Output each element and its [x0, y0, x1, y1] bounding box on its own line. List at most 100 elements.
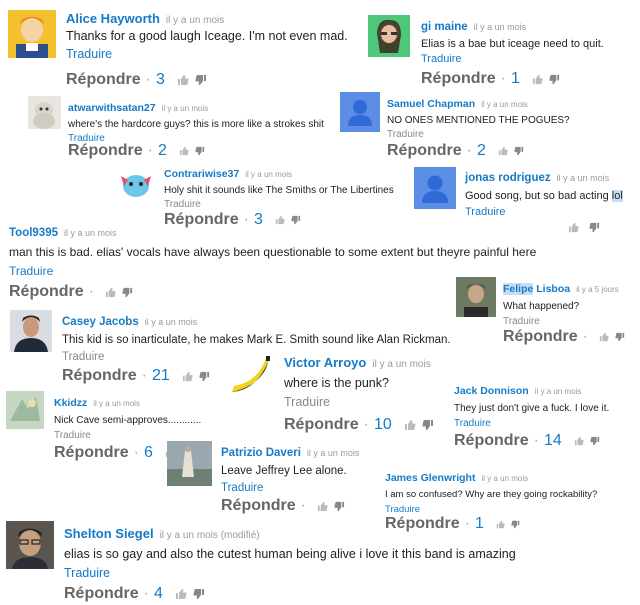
thumbs-down-icon[interactable]: [514, 146, 524, 156]
avatar[interactable]: [340, 92, 380, 132]
reply-button[interactable]: Répondre: [64, 585, 139, 603]
translate-link[interactable]: Traduire: [465, 206, 623, 218]
thumbs-up-icon[interactable]: [404, 419, 416, 431]
thumbs-down-icon[interactable]: [195, 74, 207, 86]
thumbs-up-icon[interactable]: [498, 146, 508, 156]
thumbs-down-icon[interactable]: [549, 74, 560, 85]
thumbs-down-icon[interactable]: [334, 501, 345, 512]
author-name[interactable]: Patrizio Daveri: [221, 447, 301, 459]
thumbs-up-icon[interactable]: [532, 74, 543, 85]
reply-button[interactable]: Répondre: [454, 432, 529, 450]
thumbs-down-icon[interactable]: [590, 436, 600, 446]
avatar[interactable]: [6, 521, 54, 569]
author-name[interactable]: Tool9395: [9, 227, 58, 239]
thumbs-up-icon[interactable]: [182, 371, 193, 382]
thumbs-up-icon[interactable]: [317, 501, 328, 512]
author-name[interactable]: Victor Arroyo: [284, 355, 366, 370]
avatar[interactable]: [10, 310, 52, 352]
reply-button[interactable]: Répondre: [284, 416, 359, 434]
timestamp[interactable]: il y a un mois: [64, 228, 117, 238]
comment-text: where's the hardcore guys? this is more …: [68, 119, 324, 130]
timestamp[interactable]: il y a 5 jours: [576, 285, 619, 294]
thumbs-down-icon[interactable]: [195, 146, 205, 156]
reply-button[interactable]: Répondre: [54, 444, 129, 462]
comment-text: Elias is a bae but iceage need to quit.: [421, 38, 604, 50]
timestamp[interactable]: il y a un mois: [93, 399, 140, 408]
timestamp[interactable]: il y a un mois: [372, 359, 430, 370]
thumbs-up-icon[interactable]: [105, 287, 116, 298]
reply-button[interactable]: Répondre: [66, 71, 141, 89]
comment: gi maine il y a un mois Elias is a bae bu…: [421, 17, 604, 65]
timestamp[interactable]: il y a un mois: [557, 173, 610, 183]
avatar[interactable]: [167, 441, 212, 486]
comment-actions: Répondre ·: [9, 283, 133, 301]
translate-link[interactable]: Traduire: [54, 430, 201, 441]
author-name[interactable]: Shelton Siegel: [64, 526, 154, 541]
timestamp[interactable]: il y a un mois: [245, 170, 292, 179]
translate-link[interactable]: Traduire: [284, 395, 431, 409]
timestamp[interactable]: il y a un mois: [535, 387, 582, 396]
avatar[interactable]: [456, 277, 496, 317]
translate-link[interactable]: Traduire: [387, 129, 570, 140]
reply-button[interactable]: Répondre: [503, 328, 578, 346]
thumbs-up-icon[interactable]: [568, 222, 579, 233]
author-name[interactable]: jonas rodriguez: [465, 172, 551, 184]
thumbs-up-icon[interactable]: [574, 436, 584, 446]
timestamp[interactable]: il y a un mois: [162, 104, 209, 113]
author-name[interactable]: Kkidzz: [54, 397, 87, 409]
thumbs-down-icon[interactable]: [615, 332, 625, 342]
thumbs-up-icon[interactable]: [177, 74, 189, 86]
avatar[interactable]: [414, 167, 456, 209]
reply-button[interactable]: Répondre: [62, 367, 137, 385]
author-name[interactable]: gi maine: [421, 21, 468, 33]
timestamp[interactable]: il y a un mois (modifié): [160, 530, 260, 541]
translate-link[interactable]: Traduire: [64, 566, 516, 580]
timestamp[interactable]: il y a un mois: [145, 317, 198, 327]
reply-button[interactable]: Répondre: [387, 142, 462, 160]
thumbs-down-icon[interactable]: [122, 287, 133, 298]
avatar[interactable]: [368, 15, 410, 57]
reply-button[interactable]: Répondre: [421, 70, 496, 88]
author-name[interactable]: Alice Hayworth: [66, 11, 160, 26]
author-name[interactable]: Casey Jacobs: [62, 316, 139, 328]
avatar[interactable]: [6, 391, 44, 429]
thumbs-down-icon[interactable]: [193, 588, 205, 600]
timestamp[interactable]: il y a un mois: [166, 15, 224, 26]
reply-button[interactable]: Répondre: [221, 497, 296, 515]
thumbs-group: [562, 220, 600, 238]
like-count: 21: [152, 367, 170, 384]
comment-text: Leave Jeffrey Lee alone.: [221, 465, 347, 477]
thumbs-up-icon[interactable]: [599, 332, 609, 342]
thumbs-down-icon[interactable]: [589, 222, 600, 233]
timestamp[interactable]: il y a un mois: [474, 22, 527, 32]
avatar[interactable]: [8, 10, 56, 58]
timestamp[interactable]: il y a un mois: [307, 448, 360, 458]
avatar[interactable]: [28, 96, 61, 129]
author-name[interactable]: atwarwithsatan27: [68, 102, 156, 114]
like-count: 4: [154, 585, 163, 602]
timestamp[interactable]: il y a un mois: [481, 100, 528, 109]
thumbs-up-icon[interactable]: [175, 588, 187, 600]
translate-link[interactable]: Traduire: [503, 316, 619, 327]
translate-link[interactable]: Traduire: [221, 482, 359, 494]
author-name[interactable]: James Glenwright: [385, 472, 475, 484]
author-name[interactable]: Felipe Lisboa: [503, 283, 570, 295]
author-name[interactable]: Jack Donnison: [454, 385, 529, 397]
avatar[interactable]: [116, 166, 156, 202]
thumbs-up-icon[interactable]: [179, 146, 189, 156]
reply-button[interactable]: Répondre: [9, 283, 84, 301]
author-name[interactable]: Samuel Chapman: [387, 98, 475, 110]
thumbs-down-icon[interactable]: [199, 371, 210, 382]
translate-link[interactable]: Traduire: [421, 53, 604, 65]
translate-link[interactable]: Traduire: [385, 504, 597, 515]
timestamp[interactable]: il y a un mois: [481, 474, 528, 483]
translate-link[interactable]: Traduire: [454, 418, 609, 429]
translate-link[interactable]: Traduire: [9, 264, 536, 278]
translate-link[interactable]: Traduire: [164, 199, 394, 210]
reply-button[interactable]: Répondre: [68, 142, 143, 160]
author-name[interactable]: Contrariwise37: [164, 168, 239, 180]
avatar[interactable]: [226, 352, 275, 401]
translate-link[interactable]: Traduire: [66, 47, 348, 61]
thumbs-down-icon[interactable]: [422, 419, 434, 431]
comment: Patrizio Daveri il y a un mois Leave Jeff…: [221, 443, 359, 494]
